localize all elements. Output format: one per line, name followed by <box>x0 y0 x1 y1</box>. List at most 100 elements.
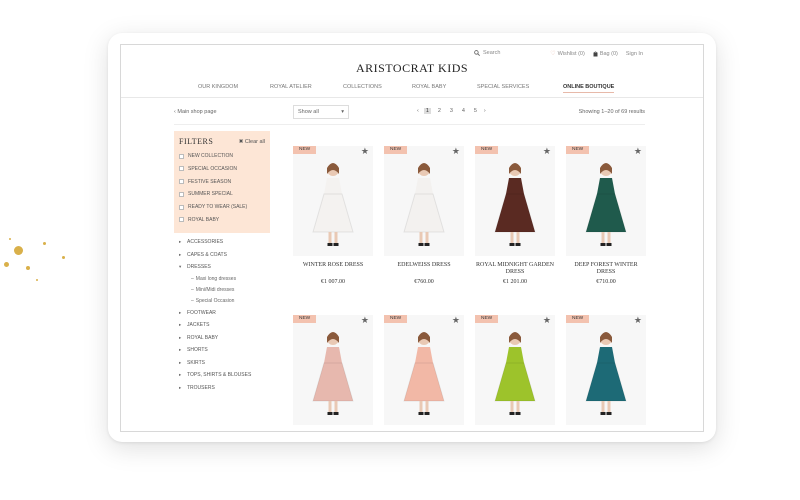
category-accessories[interactable]: ▸ ACCESSORIES <box>179 236 251 249</box>
product-image[interactable]: NEW ★ <box>475 146 555 256</box>
bag-link[interactable]: Bag (0) <box>593 51 618 57</box>
subcategory-special-occasion[interactable]: – Special Occasion <box>179 296 251 307</box>
product-image[interactable]: NEW ★ <box>384 315 464 425</box>
product-image[interactable]: NEW ★ <box>384 146 464 256</box>
product-card[interactable]: NEW ★ DELICATE POWDER <box>293 315 373 432</box>
chevron-down-icon: ▾ <box>179 264 182 270</box>
chevron-right-icon: ▸ <box>179 359 182 365</box>
category-tops[interactable]: ▸ TOPS, SHIRTS & BLOUSES <box>179 369 251 382</box>
chevron-right-icon: ▸ <box>179 322 182 328</box>
checkbox[interactable] <box>179 166 184 172</box>
product-card[interactable]: NEW ★ DEEP FOREST WINTER DRESS €710.00 <box>566 146 646 285</box>
star-icon[interactable]: ★ <box>452 147 460 156</box>
star-icon[interactable]: ★ <box>361 147 369 156</box>
nav-royal-atelier[interactable]: ROYAL ATELIER <box>270 84 312 90</box>
checkbox[interactable] <box>179 191 184 197</box>
product-name[interactable]: WINTER ROSE DRESS <box>293 262 373 276</box>
product-image[interactable]: NEW ★ <box>293 146 373 256</box>
dash-icon: – <box>191 276 194 282</box>
product-price: €760.00 <box>414 279 434 285</box>
clear-all-button[interactable]: ✖ Clear all <box>239 139 265 145</box>
category-capes-coats[interactable]: ▸ CAPES & COATS <box>179 249 251 262</box>
new-badge: NEW <box>293 315 317 323</box>
filter-summer-special[interactable]: SUMMER SPECIAL <box>179 191 265 197</box>
product-name[interactable]: ROYAL FAIRY DRESS <box>475 431 555 432</box>
chevron-down-icon: ▾ <box>341 109 344 115</box>
filter-new-collection[interactable]: NEW COLLECTION <box>179 153 265 159</box>
account-links: ♡ Wishlist (0) Bag (0) Sign In <box>550 50 643 58</box>
star-icon[interactable]: ★ <box>634 147 642 156</box>
product-name[interactable]: MAGNIFICENT TOPAZ <box>566 431 646 432</box>
checkbox[interactable] <box>179 153 184 159</box>
dress-figure-illustration <box>403 332 445 415</box>
pagination-prev[interactable]: ‹ <box>417 108 419 114</box>
search-box[interactable]: Search <box>474 50 500 56</box>
dress-figure-illustration <box>312 332 354 415</box>
show-count-select[interactable]: Show all ▾ <box>293 105 349 119</box>
product-price: €1 201.00 <box>503 279 527 285</box>
checkbox[interactable] <box>179 217 184 223</box>
category-royal-baby[interactable]: ▸ ROYAL BABY <box>179 332 251 345</box>
page-5[interactable]: 5 <box>472 108 479 114</box>
star-icon[interactable]: ★ <box>543 316 551 325</box>
star-icon[interactable]: ★ <box>361 316 369 325</box>
product-name[interactable]: EDELWEISS DRESS <box>384 262 464 276</box>
signin-link[interactable]: Sign In <box>626 51 643 57</box>
product-card[interactable]: NEW ★ WINTER ROSE DRESS €1 007.00 <box>293 146 373 285</box>
star-icon[interactable]: ★ <box>634 316 642 325</box>
product-name[interactable]: DELICATE POWDER <box>293 431 373 432</box>
wishlist-link[interactable]: ♡ Wishlist (0) <box>550 50 585 58</box>
subcategory-maxi[interactable]: – Maxi long dresses <box>179 274 251 285</box>
chevron-right-icon: ▸ <box>179 384 182 390</box>
filter-royal-baby[interactable]: ROYAL BABY <box>179 217 265 223</box>
dress-figure-illustration <box>494 163 536 246</box>
dress-figure-illustration <box>312 163 354 246</box>
pagination-next[interactable]: › <box>484 108 486 114</box>
star-icon[interactable]: ★ <box>543 147 551 156</box>
nav-collections[interactable]: COLLECTIONS <box>343 84 382 90</box>
site-logo[interactable]: ARISTOCRAT KIDS <box>121 61 703 76</box>
product-card[interactable]: NEW ★ ROYAL FAIRY DRESS <box>475 315 555 432</box>
star-icon[interactable]: ★ <box>452 316 460 325</box>
category-footwear[interactable]: ▸ FOOTWEAR <box>179 307 251 320</box>
filter-festive-season[interactable]: FESTIVE SEASON <box>179 179 265 185</box>
product-name[interactable]: ROYAL MIDNIGHT GARDEN DRESS <box>475 262 555 276</box>
category-jackets[interactable]: ▸ JACKETS <box>179 319 251 332</box>
checkbox[interactable] <box>179 204 184 210</box>
nav-online-boutique[interactable]: ONLINE BOUTIQUE <box>563 84 615 93</box>
page-4[interactable]: 4 <box>460 108 467 114</box>
filter-ready-to-wear[interactable]: READY TO WEAR (SALE) <box>179 204 265 210</box>
product-card[interactable]: NEW ★ ROYAL MIDNIGHT GARDEN DRESS €1 201.00 <box>475 146 555 285</box>
product-card[interactable]: NEW ★ MAGNIFICENT TOPAZ <box>566 315 646 432</box>
category-trousers[interactable]: ▸ TROUSERS <box>179 382 251 395</box>
page-3[interactable]: 3 <box>448 108 455 114</box>
product-name[interactable]: PRINCESS ANNE DRESS <box>384 431 464 432</box>
product-card[interactable]: NEW ★ EDELWEISS DRESS €760.00 <box>384 146 464 285</box>
main-shop-page-link[interactable]: ‹ Main shop page <box>174 109 217 115</box>
heart-icon: ♡ <box>550 51 556 57</box>
product-card[interactable]: NEW ★ PRINCESS ANNE DRESS <box>384 315 464 432</box>
product-image[interactable]: NEW ★ <box>293 315 373 425</box>
page-1[interactable]: 1 <box>423 108 431 114</box>
page-2[interactable]: 2 <box>436 108 443 114</box>
new-badge: NEW <box>384 315 408 323</box>
nav-royal-baby[interactable]: ROYAL BABY <box>412 84 446 90</box>
category-skirts[interactable]: ▸ SKIRTS <box>179 357 251 370</box>
nav-our-kingdom[interactable]: OUR KINGDOM <box>198 84 238 90</box>
subcategory-mini-midi[interactable]: – Mini/Midi dresses <box>179 285 251 296</box>
category-dresses[interactable]: ▾ DRESSES <box>179 261 251 274</box>
product-image[interactable]: NEW ★ <box>566 315 646 425</box>
checkbox[interactable] <box>179 179 184 185</box>
product-image[interactable]: NEW ★ <box>566 146 646 256</box>
product-image[interactable]: NEW ★ <box>475 315 555 425</box>
product-name[interactable]: DEEP FOREST WINTER DRESS <box>566 262 646 276</box>
new-badge: NEW <box>566 146 590 154</box>
dress-figure-illustration <box>585 163 627 246</box>
stage: Search ♡ Wishlist (0) Bag (0) Sign In ARI… <box>0 0 800 500</box>
new-badge: NEW <box>566 315 590 323</box>
filter-special-occasion[interactable]: SPECIAL OCCASION <box>179 166 265 172</box>
chevron-right-icon: ▸ <box>179 309 182 315</box>
nav-special-services[interactable]: SPECIAL SERVICES <box>477 84 529 90</box>
category-shorts[interactable]: ▸ SHORTS <box>179 344 251 357</box>
product-price: €710.00 <box>596 279 616 285</box>
